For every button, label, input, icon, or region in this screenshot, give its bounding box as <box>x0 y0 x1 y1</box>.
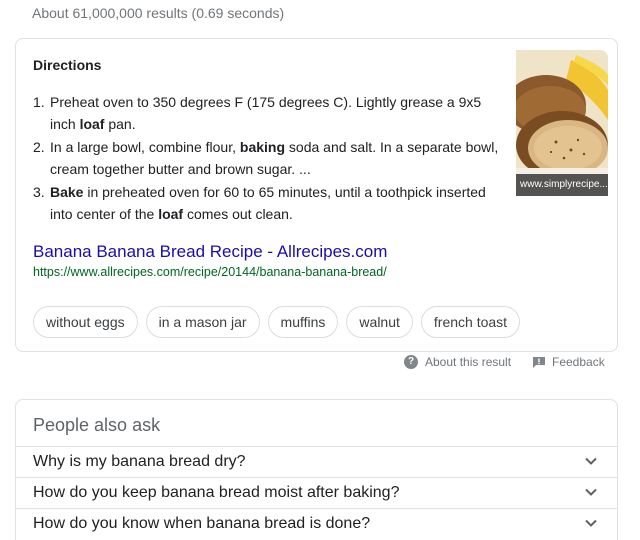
direction-step: 3. Bake in preheated oven for 60 to 65 m… <box>33 181 508 225</box>
paa-question-text: How do you know when banana bread is don… <box>33 515 371 532</box>
chevron-down-icon <box>585 488 597 496</box>
chip-in-a-mason-jar[interactable]: in a mason jar <box>145 306 260 338</box>
result-title-link[interactable]: Banana Banana Bread Recipe - Allrecipes.… <box>33 242 387 262</box>
people-also-ask: People also ask Why is my banana bread d… <box>15 399 618 540</box>
step-text: Bake in preheated oven for 60 to 65 minu… <box>50 184 486 222</box>
about-this-result[interactable]: ? About this result <box>404 355 511 369</box>
paa-question[interactable]: Why is my banana bread dry? <box>16 446 617 476</box>
chip-without-eggs[interactable]: without eggs <box>33 306 138 338</box>
step-number: 1. <box>33 94 45 110</box>
feedback-label: Feedback <box>552 355 605 369</box>
paa-question-text: Why is my banana bread dry? <box>33 453 246 470</box>
paa-question[interactable]: How do you keep banana bread moist after… <box>16 477 617 507</box>
feedback-flag-icon <box>533 356 545 368</box>
chevron-down-icon <box>585 519 597 527</box>
directions-heading: Directions <box>33 57 102 73</box>
step-number: 2. <box>33 139 45 155</box>
direction-step: 1. Preheat oven to 350 degrees F (175 de… <box>33 91 508 135</box>
about-this-result-label: About this result <box>425 355 512 369</box>
direction-step: 2. In a large bowl, combine flour, bakin… <box>33 136 508 180</box>
chevron-down-icon <box>585 457 597 465</box>
recipe-thumbnail[interactable]: www.simplyrecipe... <box>516 50 608 196</box>
step-text: Preheat oven to 350 degrees F (175 degre… <box>50 94 482 132</box>
directions-list: 1. Preheat oven to 350 degrees F (175 de… <box>33 91 508 226</box>
image-source-caption: www.simplyrecipe... <box>516 174 608 196</box>
paa-heading: People also ask <box>33 415 161 435</box>
refinement-chips: without eggs in a mason jar muffins waln… <box>33 306 521 338</box>
result-stats: About 61,000,000 results (0.69 seconds) <box>32 5 285 21</box>
help-circle-icon: ? <box>404 355 418 369</box>
chip-muffins[interactable]: muffins <box>267 306 339 338</box>
paa-question[interactable]: How do you know when banana bread is don… <box>16 508 617 538</box>
step-text: In a large bowl, combine flour, baking s… <box>50 139 499 177</box>
paa-question-text: How do you keep banana bread moist after… <box>33 484 400 501</box>
chip-walnut[interactable]: walnut <box>346 306 413 338</box>
chip-french-toast[interactable]: french toast <box>420 306 521 338</box>
step-number: 3. <box>33 184 45 200</box>
feedback-link[interactable]: Feedback <box>533 355 605 369</box>
result-url: https://www.allrecipes.com/recipe/20144/… <box>33 265 387 279</box>
featured-snippet: Directions 1. Preheat oven to 350 degree… <box>15 38 618 352</box>
